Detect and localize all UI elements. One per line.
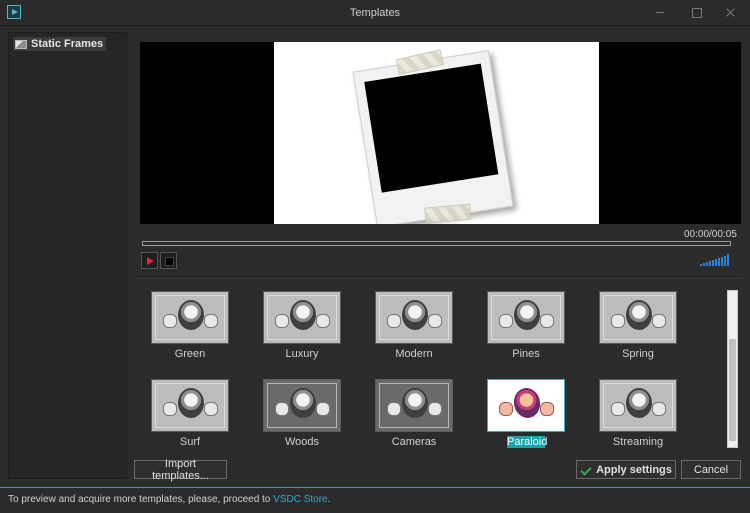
- template-label: Pines: [512, 348, 540, 360]
- template-thumbnail: [487, 291, 565, 344]
- close-icon[interactable]: [723, 5, 737, 19]
- template-tile-luxury[interactable]: Luxury: [246, 286, 358, 366]
- footer-message: To preview and acquire more templates, p…: [8, 494, 330, 505]
- volume-icon[interactable]: [700, 252, 731, 266]
- window-title: Templates: [349, 7, 401, 19]
- title-bar: Templates: [0, 0, 750, 26]
- polaroid-photo-area: [364, 63, 499, 193]
- template-tile-pines[interactable]: Pines: [470, 286, 582, 366]
- template-label: Luxury: [285, 348, 319, 360]
- footer-end: .: [327, 494, 331, 505]
- maximize-icon[interactable]: [689, 5, 703, 19]
- template-thumbnail: [375, 379, 453, 432]
- tape-bottom: [424, 203, 472, 224]
- frame-icon: [15, 39, 27, 49]
- template-tile-surf[interactable]: Surf: [134, 374, 246, 449]
- template-label: Spring: [622, 348, 654, 360]
- template-tile-cameras[interactable]: Cameras: [358, 374, 470, 449]
- template-thumbnail: [151, 379, 229, 432]
- template-tile-modern[interactable]: Modern: [358, 286, 470, 366]
- template-thumbnail: [487, 379, 565, 432]
- template-tile-paraloid[interactable]: Paraloid: [470, 374, 582, 449]
- sidebar-item-static-frames[interactable]: Static Frames: [13, 37, 107, 51]
- cancel-button[interactable]: Cancel: [681, 460, 741, 479]
- template-label: Cameras: [391, 436, 437, 448]
- preview-area: [140, 42, 741, 224]
- template-label: Modern: [395, 348, 433, 360]
- template-label-selected: Paraloid: [507, 436, 548, 448]
- vsdc-store-link[interactable]: VSDC Store: [273, 494, 327, 505]
- template-grid: Green Luxury Modern Pines Spring Surf Wo…: [134, 286, 725, 449]
- template-thumbnail: [599, 379, 677, 432]
- template-grid-scrollbar[interactable]: [727, 290, 738, 448]
- template-tile-woods[interactable]: Woods: [246, 374, 358, 449]
- sidebar-item-label: Static Frames: [31, 38, 104, 50]
- minimize-icon[interactable]: [653, 5, 667, 19]
- apply-settings-button[interactable]: Apply settings: [576, 460, 676, 479]
- import-templates-button[interactable]: Import templates...: [134, 458, 227, 482]
- template-thumbnail: [263, 379, 341, 432]
- apply-settings-label: Apply settings: [596, 463, 672, 476]
- footer-divider: [0, 487, 750, 488]
- preview-canvas: [274, 42, 599, 224]
- footer-text: To preview and acquire more templates, p…: [8, 494, 274, 505]
- separator: [136, 278, 742, 279]
- template-thumbnail: [263, 291, 341, 344]
- category-sidebar: Static Frames: [8, 32, 127, 479]
- template-tile-green[interactable]: Green: [134, 286, 246, 366]
- template-tile-spring[interactable]: Spring: [582, 286, 694, 366]
- polaroid-frame-preview: [352, 49, 514, 224]
- template-thumbnail: [151, 291, 229, 344]
- check-icon: [580, 465, 592, 475]
- template-thumbnail: [375, 291, 453, 344]
- template-label: Green: [174, 348, 206, 360]
- play-button[interactable]: [141, 252, 158, 269]
- playback-progress-bar[interactable]: [142, 241, 731, 246]
- time-readout: 00:00/00:05: [684, 229, 737, 240]
- template-label: Streaming: [612, 436, 664, 448]
- stop-button[interactable]: [160, 252, 177, 269]
- template-label: Woods: [284, 436, 320, 448]
- scroll-thumb[interactable]: [729, 339, 736, 441]
- template-tile-streaming[interactable]: Streaming: [582, 374, 694, 449]
- template-label: Surf: [179, 436, 201, 448]
- template-thumbnail: [599, 291, 677, 344]
